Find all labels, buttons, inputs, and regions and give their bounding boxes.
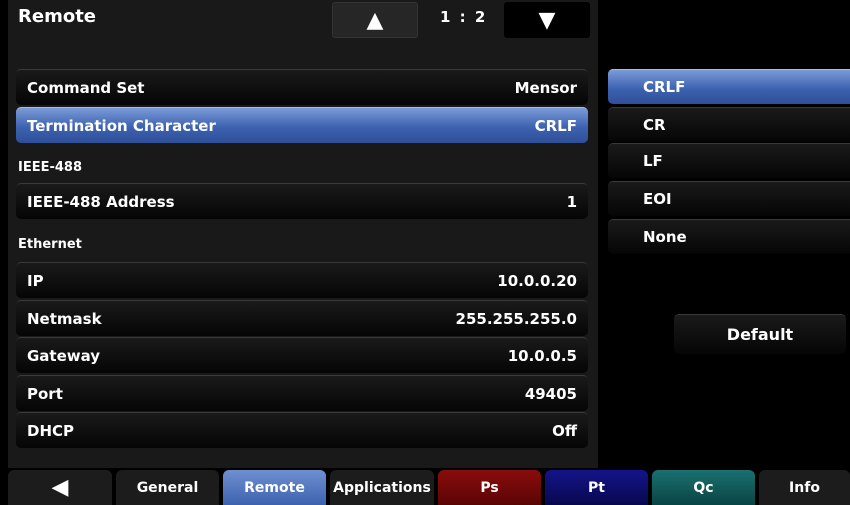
command-set-row[interactable]: Command Set Mensor <box>16 69 588 105</box>
tab-remote[interactable]: Remote <box>223 470 326 505</box>
triangle-up-icon: ▲ <box>366 7 384 33</box>
port-label: Port <box>27 384 63 403</box>
port-row[interactable]: Port 49405 <box>16 375 588 411</box>
triangle-left-icon: ◀ <box>51 475 69 500</box>
termination-character-label: Termination Character <box>27 116 216 135</box>
option-none[interactable]: None <box>608 219 850 254</box>
dhcp-label: DHCP <box>27 421 75 440</box>
back-button[interactable]: ◀ <box>8 470 112 505</box>
netmask-row[interactable]: Netmask 255.255.255.0 <box>16 300 588 336</box>
ieee-section-label: IEEE-488 <box>18 160 83 175</box>
tab-info[interactable]: Info <box>759 470 850 505</box>
ieee-address-row[interactable]: IEEE-488 Address 1 <box>16 183 588 219</box>
default-button[interactable]: Default <box>674 314 846 354</box>
option-label: None <box>643 228 687 246</box>
ip-label: IP <box>27 271 44 290</box>
gateway-label: Gateway <box>27 346 101 365</box>
ieee-address-label: IEEE-488 Address <box>27 192 175 211</box>
page-indicator: 1 : 2 <box>440 8 488 26</box>
netmask-label: Netmask <box>27 309 102 328</box>
ieee-address-value: 1 <box>566 192 577 211</box>
ip-value: 10.0.0.20 <box>497 271 577 290</box>
option-label: LF <box>643 152 663 170</box>
page-title: Remote <box>18 6 97 27</box>
option-label: EOI <box>643 190 672 208</box>
tab-qc[interactable]: Qc <box>652 470 755 505</box>
gateway-value: 10.0.0.5 <box>507 346 577 365</box>
termination-character-value: CRLF <box>534 116 577 135</box>
option-cr[interactable]: CR <box>608 107 850 142</box>
port-value: 49405 <box>524 384 577 403</box>
tab-bar: ◀ General Remote Applications Ps Pt Qc I… <box>8 468 850 505</box>
option-eoi[interactable]: EOI <box>608 181 850 216</box>
tab-applications[interactable]: Applications <box>330 470 434 505</box>
ethernet-section-label: Ethernet <box>18 237 82 252</box>
termination-options-panel: CRLF CR LF EOI None Default <box>598 0 850 468</box>
option-lf[interactable]: LF <box>608 143 850 178</box>
page-up-button[interactable]: ▲ <box>332 2 418 38</box>
tab-pt[interactable]: Pt <box>545 470 648 505</box>
tab-ps[interactable]: Ps <box>438 470 541 505</box>
tab-general[interactable]: General <box>116 470 219 505</box>
dhcp-value: Off <box>552 421 577 440</box>
ip-row[interactable]: IP 10.0.0.20 <box>16 262 588 298</box>
option-label: CRLF <box>643 78 686 96</box>
option-label: CR <box>643 116 666 134</box>
option-crlf[interactable]: CRLF <box>608 69 850 104</box>
command-set-value: Mensor <box>514 78 577 97</box>
dhcp-row[interactable]: DHCP Off <box>16 412 588 448</box>
termination-character-row[interactable]: Termination Character CRLF <box>16 107 588 143</box>
gateway-row[interactable]: Gateway 10.0.0.5 <box>16 337 588 373</box>
command-set-label: Command Set <box>27 78 145 97</box>
page-down-button[interactable]: ▼ <box>504 2 590 38</box>
triangle-down-icon: ▼ <box>538 7 556 33</box>
netmask-value: 255.255.255.0 <box>455 309 577 328</box>
settings-panel: Remote ▲ 1 : 2 ▼ Command Set Mensor Term… <box>8 0 598 468</box>
